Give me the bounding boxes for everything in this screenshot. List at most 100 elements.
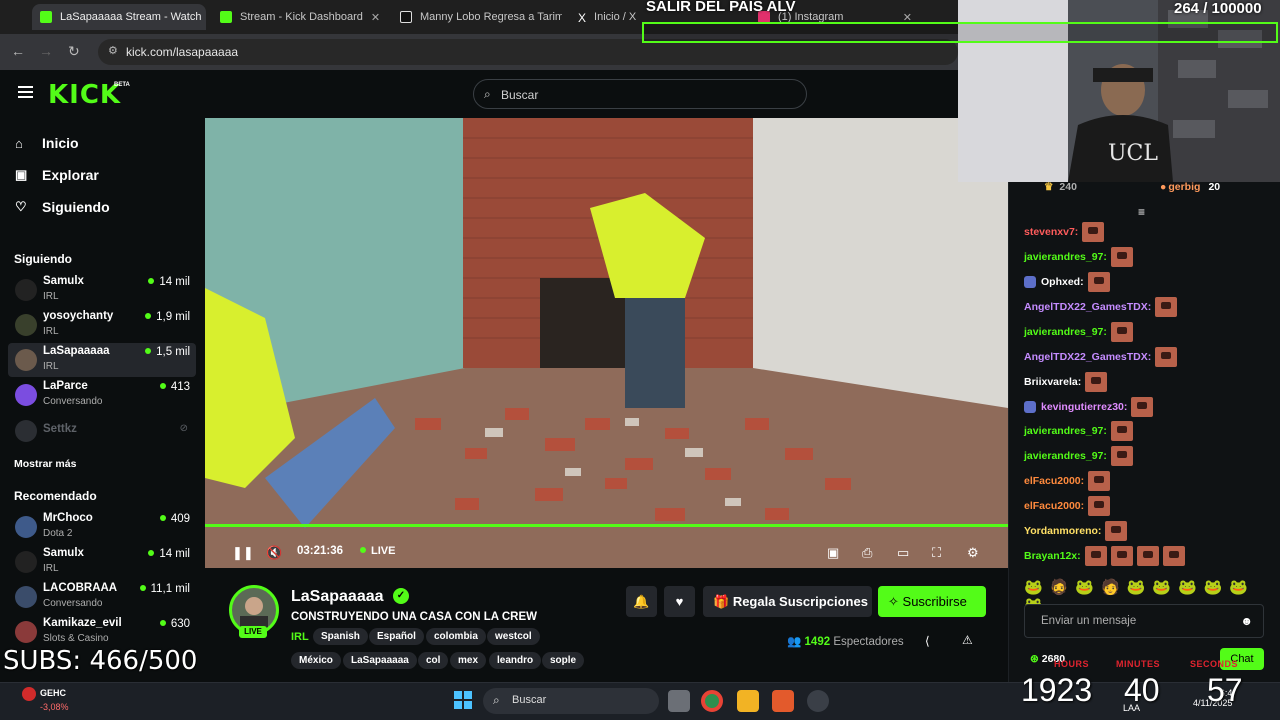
following-laparce[interactable]: LaParce Conversando 413 bbox=[8, 378, 196, 412]
chat-username[interactable]: javierandres_97: bbox=[1024, 450, 1107, 462]
compass-icon: ▣ bbox=[15, 167, 28, 182]
gift-icon: 🎁 bbox=[713, 594, 730, 609]
tag[interactable]: Español bbox=[369, 628, 424, 645]
share-icon[interactable]: ⟨ bbox=[925, 634, 930, 648]
recommended-mrchoco[interactable]: MrChoco Dota 2 409 bbox=[8, 510, 196, 544]
chat-username[interactable]: stevenxv7: bbox=[1024, 226, 1078, 238]
chat-message: Briixvarela: bbox=[1024, 372, 1108, 392]
tag[interactable]: westcol bbox=[487, 628, 540, 645]
following-samulx[interactable]: Samulx IRL 14 mil bbox=[8, 273, 196, 307]
brave-icon[interactable] bbox=[772, 690, 794, 712]
tag[interactable]: sople bbox=[542, 652, 585, 669]
settings-icon[interactable]: ⚙ bbox=[967, 545, 979, 561]
following-lasapaaaaa[interactable]: LaSapaaaaa IRL 1,5 mil bbox=[8, 343, 196, 377]
chat-username[interactable]: kevingutierrez30: bbox=[1041, 401, 1127, 413]
chat-username[interactable]: elFacu2000: bbox=[1024, 500, 1084, 512]
tag[interactable]: México bbox=[291, 652, 341, 669]
pause-icon[interactable]: ❚❚ bbox=[232, 545, 254, 561]
recommended-lacobraaa[interactable]: LACOBRAAA Conversando 11,1 mil bbox=[8, 580, 196, 614]
following-settkz[interactable]: Settkz ⊘ bbox=[8, 414, 196, 448]
stock-icon bbox=[22, 687, 36, 701]
nav-siguiendo[interactable]: ♡ Siguiendo bbox=[15, 199, 110, 215]
notifications-button[interactable]: 🔔 bbox=[626, 586, 657, 617]
task-view-icon[interactable] bbox=[668, 690, 690, 712]
gift-subs-button[interactable]: 🎁 Regala Suscripciones bbox=[703, 586, 872, 617]
close-icon[interactable]: ✕ bbox=[201, 11, 206, 24]
emote-icon bbox=[1110, 446, 1133, 466]
tag[interactable]: colombia bbox=[426, 628, 486, 645]
timer-minutes: 40 bbox=[1124, 672, 1160, 708]
chat-username[interactable]: AngelTDX22_GamesTDX: bbox=[1024, 301, 1151, 313]
tiktok-favicon-icon bbox=[400, 11, 412, 23]
fullscreen-icon[interactable]: ⛶ bbox=[932, 545, 941, 561]
users-icon: 👥 bbox=[787, 636, 802, 648]
tag[interactable]: col bbox=[418, 652, 449, 669]
stock-name[interactable]: GEHC bbox=[40, 688, 66, 698]
star-icon: ✧ bbox=[888, 594, 899, 609]
close-icon[interactable]: ✕ bbox=[363, 11, 380, 24]
channel-name[interactable]: LaSapaaaaa bbox=[291, 588, 384, 606]
timer-seconds: 57 bbox=[1207, 672, 1243, 708]
search-input[interactable]: ⌕ Buscar bbox=[473, 79, 807, 109]
emoji-icon[interactable]: ☻ bbox=[1240, 614, 1253, 628]
chat-message: Ophxed: bbox=[1024, 272, 1110, 292]
chat-username[interactable]: Yordanmoreno: bbox=[1024, 525, 1101, 537]
tag[interactable]: mex bbox=[450, 652, 487, 669]
chat-username[interactable]: elFacu2000: bbox=[1024, 475, 1084, 487]
back-icon[interactable]: ← bbox=[11, 43, 25, 59]
stream-category[interactable]: IRL bbox=[291, 631, 309, 643]
reload-icon[interactable]: ↻ bbox=[68, 43, 80, 60]
nav-inicio[interactable]: ⌂ Inicio bbox=[15, 135, 79, 151]
tab-lasapaaaaa[interactable]: LaSapaaaaa Stream - Watch ✕ bbox=[32, 4, 206, 30]
avatar bbox=[15, 314, 37, 336]
theater-mode-icon[interactable]: ▭ bbox=[897, 545, 909, 561]
video-progress-bar[interactable] bbox=[205, 524, 1008, 527]
mute-icon[interactable]: 🔇 bbox=[266, 545, 282, 561]
chat-username[interactable]: AngelTDX22_GamesTDX: bbox=[1024, 351, 1151, 363]
chat-username[interactable]: javierandres_97: bbox=[1024, 326, 1107, 338]
search-icon: ⌕ bbox=[493, 693, 500, 707]
nav-explorar[interactable]: ▣ Explorar bbox=[15, 167, 99, 183]
chrome-icon[interactable] bbox=[701, 690, 723, 712]
menu-icon[interactable] bbox=[18, 86, 33, 98]
emote-icon bbox=[1088, 496, 1111, 516]
following-yosoychanty[interactable]: yosoychanty IRL 1,9 mil bbox=[8, 308, 196, 342]
recommended-kamikaze-evil[interactable]: Kamikaze_evil Slots & Casino 630 bbox=[8, 615, 196, 649]
site-info-icon[interactable]: ⚙ bbox=[108, 44, 118, 57]
taskbar-search[interactable]: ⌕ Buscar bbox=[483, 688, 659, 714]
pinned-toggle-icon[interactable]: ≡ bbox=[1138, 205, 1145, 219]
overlay-goal-text: SALIR DEL PAIS ALV bbox=[646, 0, 796, 15]
forward-icon[interactable]: → bbox=[39, 43, 53, 59]
chat-username[interactable]: Briixvarela: bbox=[1024, 376, 1081, 388]
follow-button[interactable]: ♥ bbox=[664, 586, 695, 617]
miniplayer-icon[interactable]: ▣ bbox=[827, 545, 839, 561]
kick-logo[interactable]: KICK bbox=[48, 80, 121, 110]
tag[interactable]: leandro bbox=[489, 652, 542, 669]
chat-message: javierandres_97: bbox=[1024, 446, 1133, 466]
subscribe-button[interactable]: ✧ Suscribirse bbox=[878, 586, 986, 617]
chat-username[interactable]: Ophxed: bbox=[1041, 276, 1084, 288]
chat-username[interactable]: javierandres_97: bbox=[1024, 251, 1107, 263]
chat-top-gifter: ♛ 240 bbox=[1044, 181, 1077, 193]
tab-kick-dashboard[interactable]: Stream - Kick Dashboard ✕ bbox=[212, 4, 386, 30]
emote-icon bbox=[1087, 272, 1110, 292]
show-more-link[interactable]: Mostrar más bbox=[14, 458, 76, 470]
kick-favicon-icon bbox=[220, 11, 232, 23]
video-player[interactable] bbox=[205, 118, 1008, 568]
windows-start-icon[interactable] bbox=[453, 690, 473, 710]
timer-hours-label: HOURS bbox=[1054, 659, 1090, 669]
chat-username[interactable]: javierandres_97: bbox=[1024, 425, 1107, 437]
tab-tiktok[interactable]: Manny Lobo Regresa a Tarim bbox=[392, 4, 562, 30]
obs-icon[interactable] bbox=[807, 690, 829, 712]
chat-message: kevingutierrez30: bbox=[1024, 397, 1154, 417]
tag[interactable]: LaSapaaaaa bbox=[343, 652, 417, 669]
live-badge: LIVE bbox=[239, 626, 267, 638]
tag[interactable]: Spanish bbox=[313, 628, 368, 645]
report-icon[interactable]: ⚠ bbox=[962, 633, 973, 647]
chat-message-input[interactable]: Enviar un mensaje ☻ bbox=[1024, 604, 1264, 638]
recommended-samulx[interactable]: Samulx IRL 14 mil bbox=[8, 545, 196, 579]
clip-icon[interactable]: ⎙ bbox=[862, 545, 872, 561]
file-explorer-icon[interactable] bbox=[737, 690, 759, 712]
chat-username[interactable]: Brayan12x: bbox=[1024, 550, 1081, 562]
tab-x[interactable]: X Inicio / X bbox=[570, 4, 642, 30]
